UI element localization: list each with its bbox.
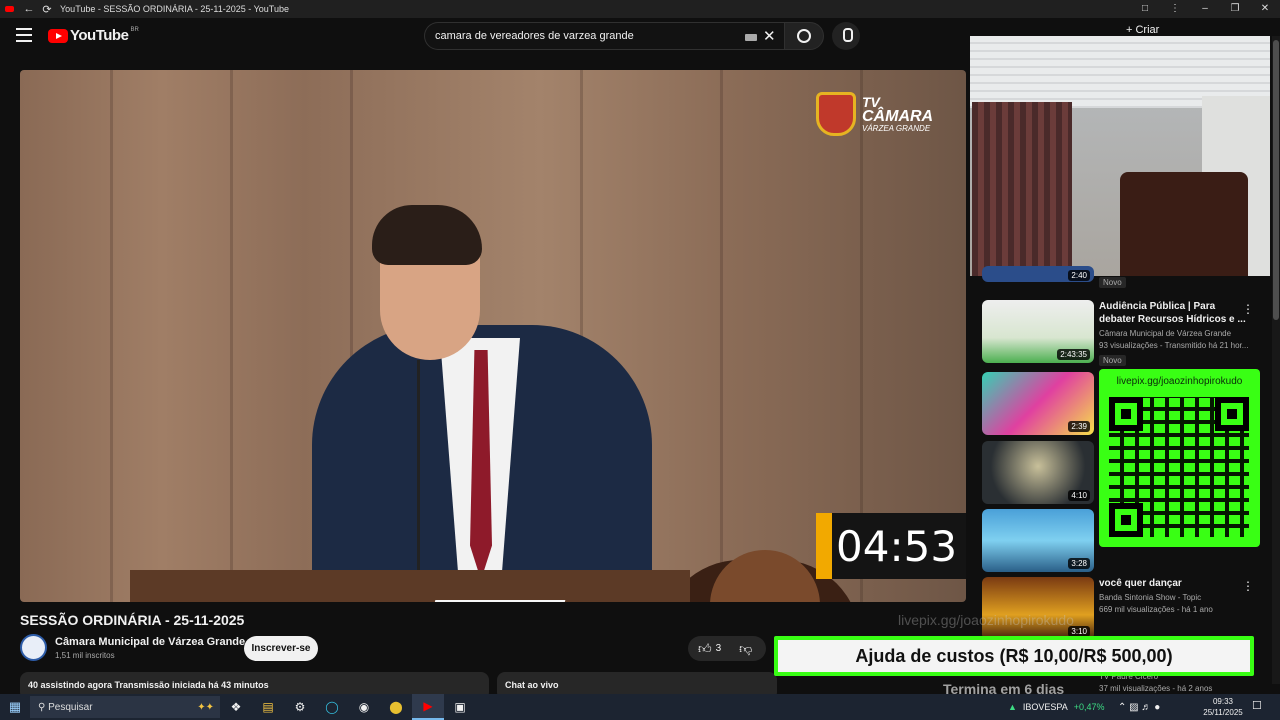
like-dislike-group: 👍︎ 3 👎︎ xyxy=(688,636,766,661)
video-stats: 669 mil visualizações - há 1 ano xyxy=(1099,605,1213,614)
podium xyxy=(130,570,690,602)
window-title: YouTube - SESSÃO ORDINÁRIA - 25-11-2025 … xyxy=(60,4,289,14)
minimize-button[interactable]: – xyxy=(1190,0,1220,18)
reload-icon[interactable]: ⟳ xyxy=(38,3,56,16)
video-title[interactable]: Audiência Pública | Para debater Recurso… xyxy=(1099,300,1249,326)
video-thumbnail[interactable]: 2:39 xyxy=(982,372,1094,435)
countdown-timer: 04:53 xyxy=(816,513,966,579)
restore-button[interactable]: ❐ xyxy=(1220,0,1250,18)
stock-chart-icon: ▲ xyxy=(1008,702,1017,712)
thumbs-down-icon[interactable]: 👎︎ xyxy=(739,641,752,657)
microphone-stand xyxy=(417,360,420,602)
channel-info: Câmara Municipal de Várzea Grande 1,51 m… xyxy=(20,634,245,661)
video-thumbnail[interactable]: 3:28 xyxy=(982,509,1094,572)
video-thumbnail[interactable]: 4:10 xyxy=(982,441,1094,504)
taskbar-search[interactable]: ⚲ Pesquisar ✦✦ xyxy=(30,696,220,718)
search-button[interactable] xyxy=(784,22,824,50)
pix-qr-overlay: livepix.gg/joaozinhopirokudo xyxy=(1099,369,1260,547)
system-tray: ⌃ ▨ ♬ ● xyxy=(1118,694,1160,720)
donation-goal-overlay: Ajuda de custos (R$ 10,00/R$ 500,00) xyxy=(774,636,1254,676)
more-actions-icon[interactable]: ⋮ xyxy=(1242,302,1254,316)
webcam-overlay xyxy=(970,36,1270,276)
youtube-logo[interactable]: YouTube BR xyxy=(48,27,139,44)
window-titlebar: ← ⟳ YouTube - SESSÃO ORDINÁRIA - 25-11-2… xyxy=(0,0,1280,18)
more-actions-icon[interactable]: ⋮ xyxy=(1242,579,1254,593)
video-thumbnail[interactable]: 3:10 xyxy=(982,577,1094,640)
list-item[interactable]: 2:43:35 Audiência Pública | Para debater… xyxy=(982,300,1272,366)
chrome-icon[interactable]: ⬤ xyxy=(380,694,412,720)
video-stats: 93 visualizações - Transmitido há 21 hor… xyxy=(1099,341,1249,350)
video-thumbnail[interactable]: 2:43:35 xyxy=(982,300,1094,363)
mic-tray-icon[interactable]: ● xyxy=(1154,702,1160,713)
notification-icon[interactable]: ☐ xyxy=(1252,699,1262,712)
video-thumbnail[interactable]: 2:40 xyxy=(982,266,1094,282)
taskbar-clock[interactable]: 09:33 25/11/2025 xyxy=(1200,696,1246,718)
obs-icon[interactable]: ◉ xyxy=(348,694,380,720)
more-menu-icon[interactable]: ⋮ xyxy=(1160,0,1190,18)
thumbs-up-icon[interactable]: 👍︎ xyxy=(698,641,712,657)
sparkle-icon: ✦✦ xyxy=(197,701,214,713)
network-icon[interactable]: ▨ xyxy=(1129,702,1141,713)
copilot-icon[interactable]: ❖ xyxy=(220,694,252,720)
stock-widget[interactable]: ▲ IBOVESPA +0,47% xyxy=(1008,694,1105,720)
windows-start-icon[interactable]: ▦ xyxy=(0,699,30,715)
back-arrow-icon[interactable]: ← xyxy=(20,3,38,15)
pix-url-watermark: livepix.gg/joaozinhopirokudo xyxy=(898,612,1074,628)
list-item[interactable]: 3:10 você quer dançar Banda Sintonia Sho… xyxy=(982,577,1272,640)
subscribe-button[interactable]: Inscrever-se xyxy=(244,636,318,661)
search-input[interactable]: camara de vereadores de varzea grande ✕ xyxy=(424,22,784,50)
pix-url: livepix.gg/joaozinhopirokudo xyxy=(1116,376,1243,387)
keyboard-icon[interactable] xyxy=(745,34,757,41)
close-button[interactable]: ✕ xyxy=(1250,0,1280,18)
youtube-taskbar-icon[interactable]: ▶ xyxy=(412,694,444,720)
channel-avatar[interactable] xyxy=(20,634,47,661)
hamburger-menu-icon[interactable] xyxy=(16,28,32,42)
clear-search-icon[interactable]: ✕ xyxy=(763,27,776,45)
chevron-up-icon[interactable]: ⌃ xyxy=(1118,702,1129,713)
edge-browser-icon[interactable]: ◯ xyxy=(316,694,348,720)
channel-name[interactable]: Câmara Municipal de Várzea Grande xyxy=(55,636,245,648)
channel-name[interactable]: Banda Sintonia Show - Topic xyxy=(1099,593,1249,602)
video-player[interactable]: TV CÂMARA VÁRZEA GRANDE 04:53 xyxy=(20,70,966,602)
window-controls: □ ⋮ – ❐ ✕ xyxy=(1130,0,1280,18)
youtube-favicon-icon xyxy=(5,6,14,12)
search-icon: ⚲ xyxy=(38,701,49,713)
crest-icon xyxy=(816,92,856,136)
video-title[interactable]: você quer dançar xyxy=(1099,577,1249,590)
extensions-icon[interactable]: □ xyxy=(1130,0,1160,18)
voice-search-icon[interactable] xyxy=(832,22,860,50)
search-query: camara de vereadores de varzea grande xyxy=(435,30,634,42)
subscriber-count: 1,51 mil inscritos xyxy=(55,650,115,660)
video-stats: 37 mil visualizações - há 2 anos xyxy=(1099,684,1213,693)
list-item[interactable]: 2:40 Novo xyxy=(982,266,1272,290)
video-title: SESSÃO ORDINÁRIA - 25-11-2025 xyxy=(20,612,245,628)
file-explorer-icon[interactable]: ▤ xyxy=(252,694,284,720)
volume-icon[interactable]: ♬ xyxy=(1141,702,1154,713)
channel-name[interactable]: Câmara Municipal de Várzea Grande xyxy=(1099,329,1249,338)
store-icon[interactable]: ▣ xyxy=(444,694,476,720)
youtube-play-icon xyxy=(48,28,68,43)
tv-camara-logo: TV CÂMARA VÁRZEA GRANDE xyxy=(816,92,933,136)
create-button[interactable]: + Criar xyxy=(1126,24,1159,36)
like-count: 3 xyxy=(715,643,722,654)
page-scrollbar[interactable] xyxy=(1272,36,1280,684)
app-icon[interactable]: ⚙ xyxy=(284,694,316,720)
